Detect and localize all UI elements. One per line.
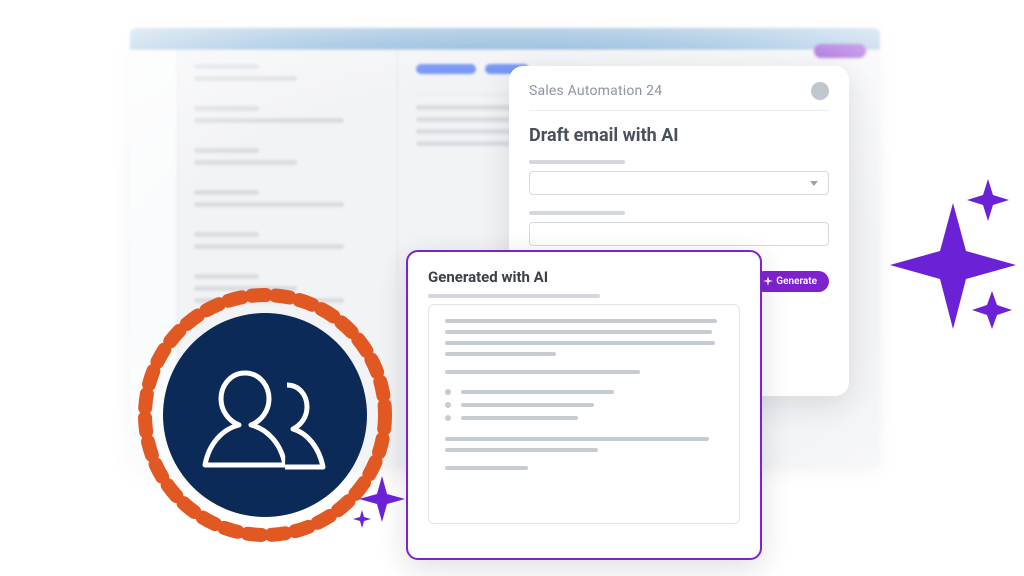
card-header: Sales Automation 24: [529, 82, 829, 111]
paragraph: [445, 370, 723, 374]
placeholder-line: [461, 416, 578, 420]
paragraph: [445, 437, 723, 452]
sparkle-icon: [350, 472, 408, 530]
bullet-item: [445, 416, 723, 421]
workflow-title: Sales Automation 24: [529, 83, 662, 99]
generate-button[interactable]: Generate: [754, 271, 829, 292]
bullet-item: [445, 390, 723, 395]
field-group: [529, 160, 829, 195]
placeholder-line: [194, 106, 259, 111]
field-label: [529, 211, 625, 215]
spark-icon: [762, 275, 774, 290]
placeholder-line: [194, 160, 297, 165]
field-group: [529, 211, 829, 246]
placeholder-line: [194, 232, 259, 237]
output-body: [428, 304, 740, 524]
placeholder-line: [194, 202, 344, 207]
placeholder-line: [445, 370, 640, 374]
illustration-canvas: Sales Automation 24 Draft email with AI …: [0, 0, 1024, 576]
placeholder-line: [194, 244, 344, 249]
accent-pill: [814, 44, 866, 58]
bullet-icon: [445, 415, 451, 421]
bullet-item: [445, 403, 723, 408]
people-icon: [195, 355, 335, 475]
placeholder-line: [461, 403, 594, 407]
generate-button-label: Generate: [776, 276, 817, 287]
placeholder-line: [194, 118, 344, 123]
field-label: [529, 160, 625, 164]
paragraph: [445, 466, 723, 470]
card-heading: Draft email with AI: [529, 125, 829, 146]
prompt-input[interactable]: [529, 222, 829, 246]
placeholder-line: [445, 330, 712, 334]
placeholder-line: [445, 341, 715, 345]
placeholder-line: [445, 319, 717, 323]
paragraph: [445, 319, 723, 356]
bullet-icon: [445, 389, 451, 395]
placeholder-line: [194, 148, 259, 153]
avatar-placeholder-icon: [811, 82, 829, 100]
template-dropdown[interactable]: [529, 171, 829, 195]
placeholder-line: [445, 448, 598, 452]
badge-disk: [163, 313, 367, 517]
sparkle-icon: [868, 173, 1018, 343]
placeholder-line: [428, 294, 600, 298]
card-heading: Generated with AI: [428, 268, 740, 286]
tag-chip: [416, 64, 476, 74]
placeholder-line: [461, 390, 614, 394]
placeholder-line: [194, 274, 259, 279]
placeholder-line: [194, 190, 259, 195]
placeholder-line: [445, 352, 556, 356]
generated-output-card: Generated with AI: [406, 250, 762, 560]
app-titlebar: [130, 28, 880, 50]
output-meta: [428, 294, 740, 298]
placeholder-line: [194, 64, 259, 69]
bullet-icon: [445, 402, 451, 408]
placeholder-line: [445, 466, 528, 470]
placeholder-line: [194, 76, 297, 81]
placeholder-line: [445, 437, 709, 441]
